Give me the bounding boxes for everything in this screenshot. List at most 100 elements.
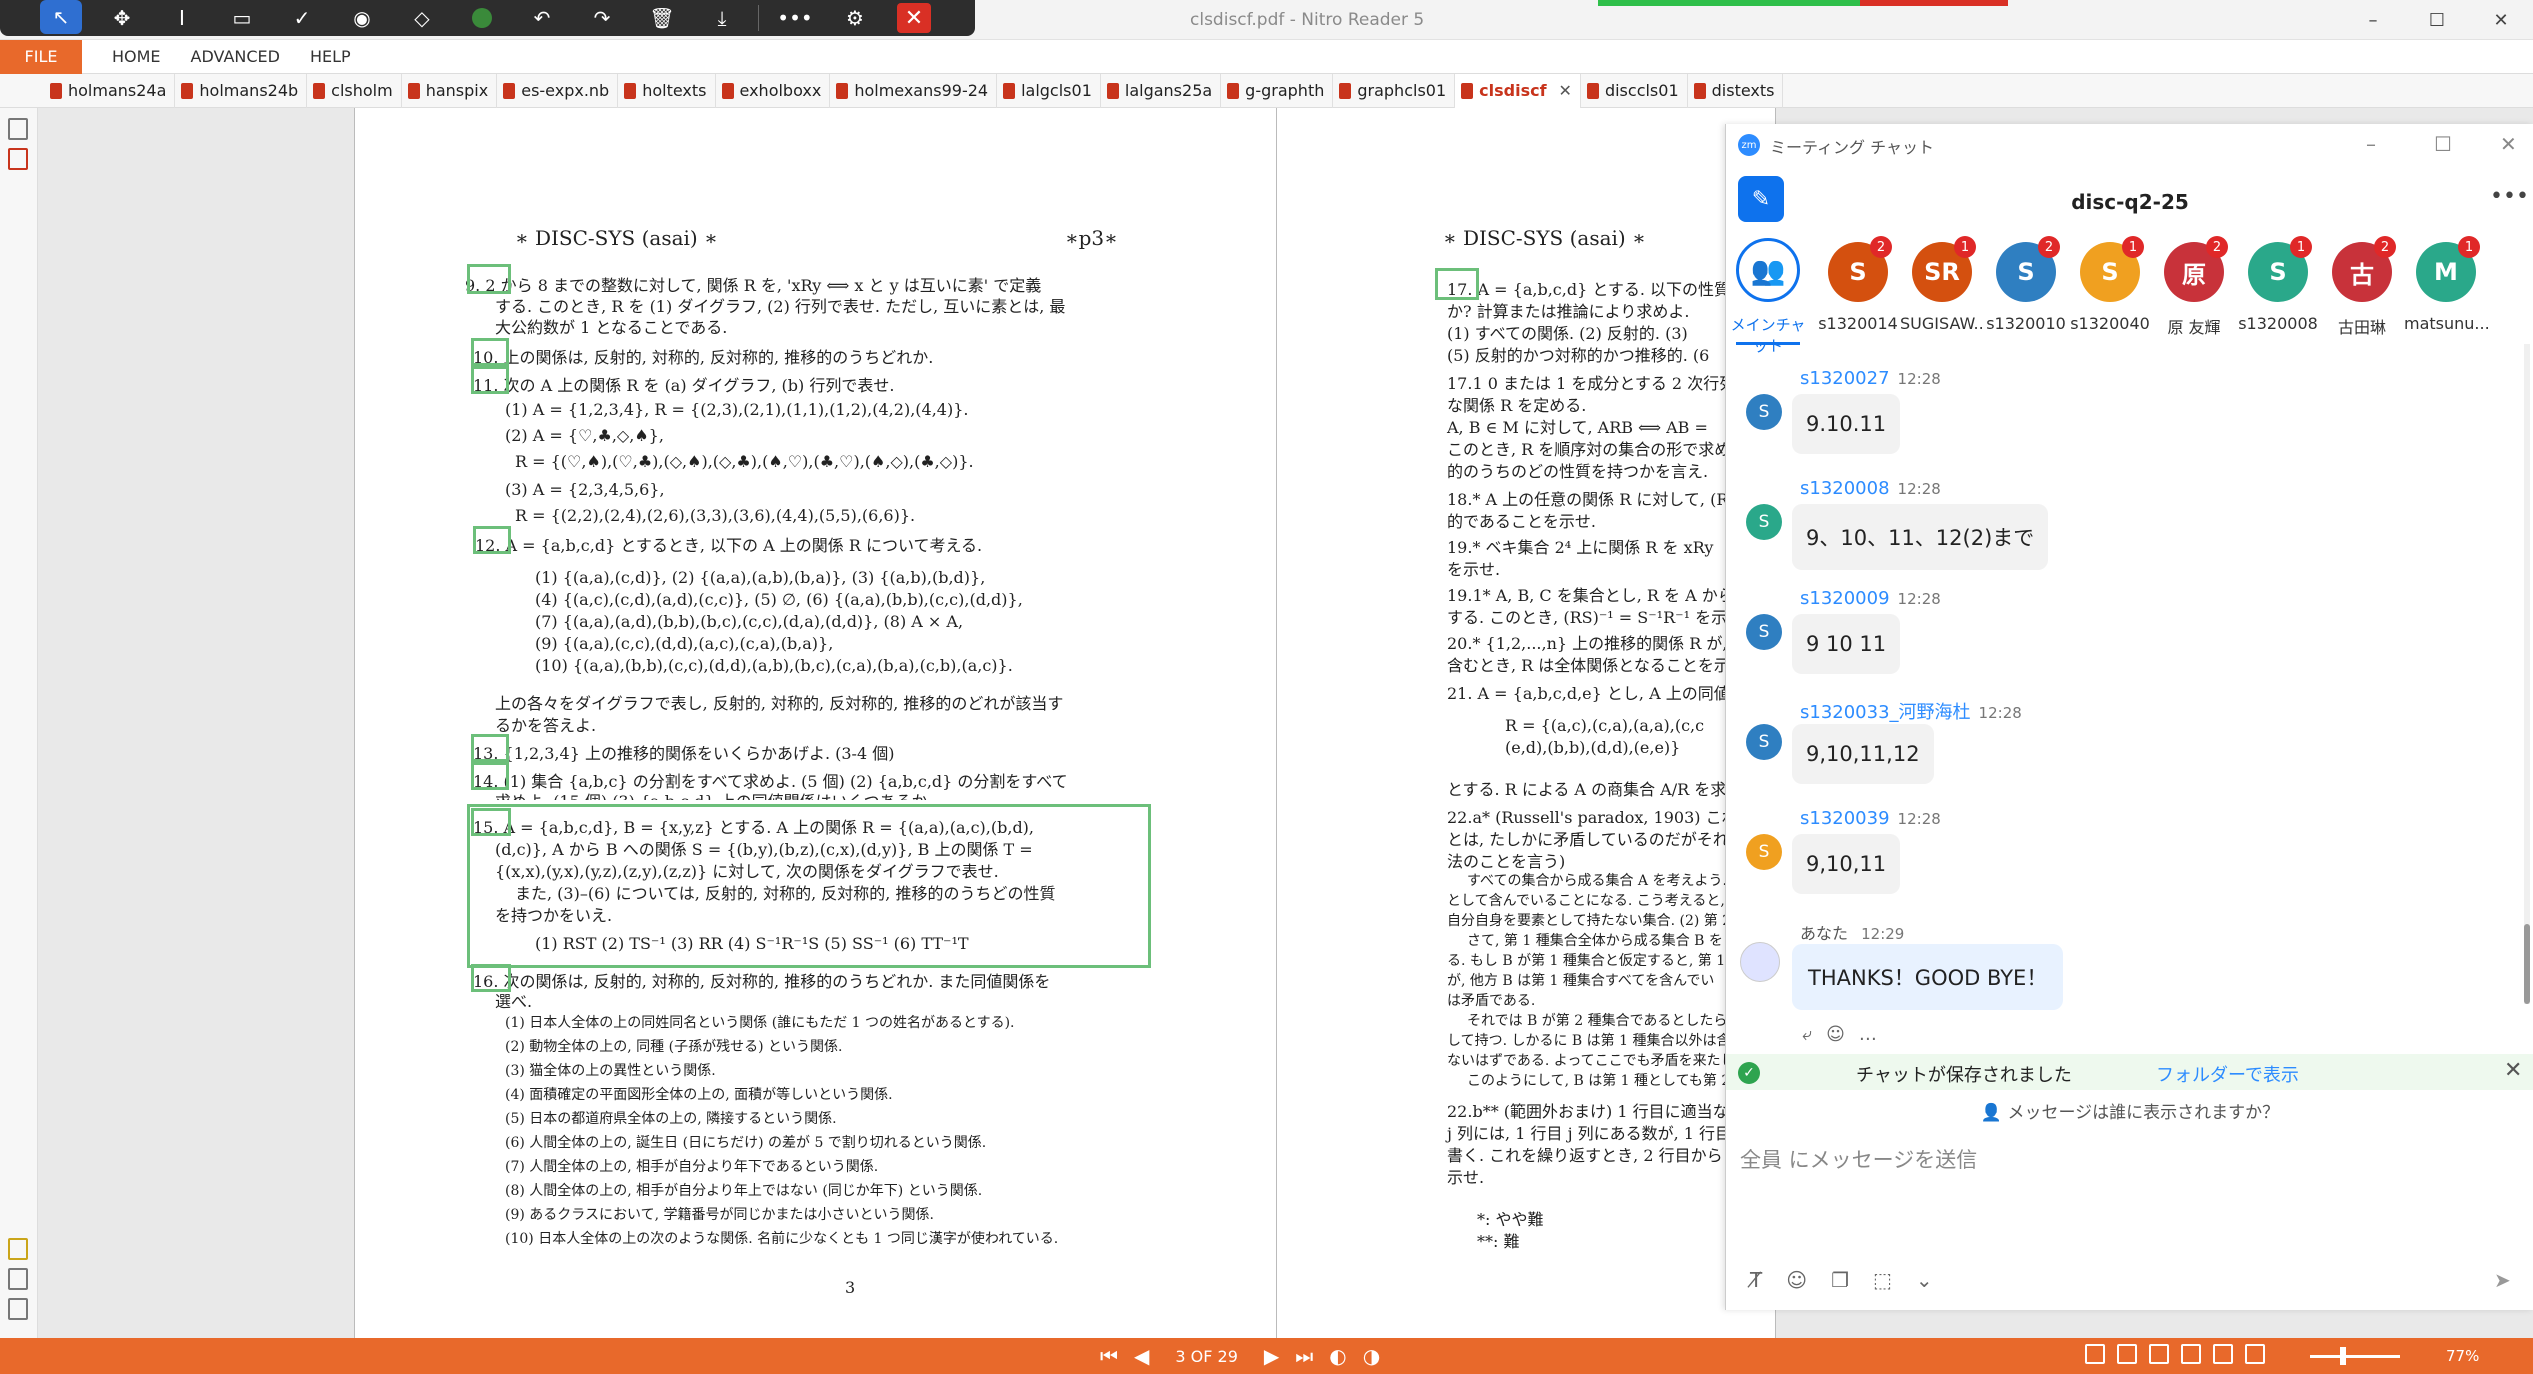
sender-name[interactable]: s1320009 <box>1800 588 1890 609</box>
single-page-icon[interactable] <box>2085 1344 2105 1364</box>
back-view-icon[interactable]: ◐ <box>1329 1344 1346 1368</box>
file-menu[interactable]: FILE <box>0 39 82 74</box>
bookmarks-panel-icon[interactable] <box>8 148 28 170</box>
minimize-button[interactable]: – <box>2341 0 2405 40</box>
annotation-box[interactable] <box>471 808 511 836</box>
doc-tab[interactable]: disccls01 <box>1581 73 1688 108</box>
sender-name[interactable]: s1320039 <box>1800 808 1890 829</box>
doc-tab[interactable]: holmans24a <box>44 73 176 108</box>
color-dot-icon[interactable] <box>452 0 512 36</box>
message-sender[interactable]: s1320027 12:28 <box>1800 368 1941 389</box>
show-in-folder-link[interactable]: フォルダーで表示 <box>2156 1061 2299 1087</box>
message-sender[interactable]: s1320039 12:28 <box>1800 808 1941 829</box>
sender-name[interactable]: s1320008 <box>1800 478 1890 499</box>
doc-tab[interactable]: hanspix <box>402 73 498 108</box>
message-input[interactable]: 全員 にメッセージを送信 <box>1740 1144 1977 1174</box>
facing-icon[interactable] <box>2149 1344 2169 1364</box>
undo-icon[interactable]: ↶ <box>512 0 572 36</box>
participant-name[interactable]: 原 友輝 <box>2152 314 2236 338</box>
close-window-button[interactable]: ✕ <box>2469 0 2533 40</box>
annotation-box[interactable] <box>471 762 509 790</box>
previous-page-icon[interactable]: ◀ <box>1134 1344 1149 1368</box>
emoji-react-icon[interactable]: ☺ <box>1826 1024 1859 1045</box>
eraser-icon[interactable]: ◇ <box>392 0 452 36</box>
participant-name[interactable]: SUGISAW... <box>1900 314 1984 333</box>
zoom-slider-thumb[interactable] <box>2340 1347 2346 1365</box>
annotation-box[interactable] <box>467 264 511 294</box>
reply-icon[interactable]: ⤶ <box>1802 1024 1826 1045</box>
doc-tab[interactable]: holmans24b <box>175 73 308 108</box>
more-options-icon[interactable]: ••• <box>2490 184 2529 209</box>
page-indicator[interactable]: 3 OF 29 <box>1175 1347 1238 1366</box>
user-settings-icon[interactable]: ⚙ <box>825 0 885 36</box>
annotation-box[interactable] <box>471 366 509 394</box>
annotation-box[interactable] <box>467 804 1151 968</box>
participant-name[interactable]: matsunu... <box>2404 314 2488 333</box>
participant-name[interactable]: s1320010 <box>1984 314 2068 333</box>
annotation-box[interactable] <box>473 526 511 554</box>
fit-page-icon[interactable] <box>2245 1344 2265 1364</box>
format-icon[interactable]: T̸ <box>1750 1268 1762 1292</box>
close-tab-icon[interactable]: ✕ <box>1559 81 1572 100</box>
participant-name[interactable]: 古田琳 <box>2320 314 2404 338</box>
record-icon[interactable]: ◉ <box>332 0 392 36</box>
more-actions-icon[interactable]: … <box>1859 1024 1891 1045</box>
chat-scrollbar-thumb[interactable] <box>2524 924 2530 1004</box>
delete-icon[interactable]: 🗑 <box>632 0 692 36</box>
facing-continuous-icon[interactable] <box>2181 1344 2201 1364</box>
chevron-down-icon[interactable]: ⌄ <box>1916 1268 1933 1292</box>
pan-icon[interactable]: ✥ <box>92 0 152 36</box>
text-cursor-icon[interactable]: I <box>152 0 212 36</box>
file-icon[interactable]: ❐ <box>1831 1268 1849 1292</box>
first-page-icon[interactable]: ⏮ <box>1100 1344 1118 1368</box>
redo-icon[interactable]: ↷ <box>572 0 632 36</box>
annotation-box[interactable] <box>471 338 509 366</box>
sender-name[interactable]: s1320033_河野海杜 <box>1800 702 1971 723</box>
check-icon[interactable]: ✓ <box>272 0 332 36</box>
message-sender[interactable]: s1320033_河野海杜 12:28 <box>1800 698 2022 724</box>
doc-tab[interactable]: graphcls01 <box>1333 73 1456 108</box>
annotation-box[interactable] <box>471 964 511 992</box>
doc-tab[interactable]: distexts <box>1688 73 1784 108</box>
doc-tab[interactable]: holtexts <box>618 73 716 108</box>
participant-name[interactable]: s1320040 <box>2068 314 2152 333</box>
annotation-box[interactable] <box>471 734 509 762</box>
pages-panel-icon[interactable] <box>8 118 28 140</box>
main-chat-icon[interactable]: 👥 <box>1736 238 1800 302</box>
maximize-chat-icon[interactable]: ☐ <box>2434 132 2452 156</box>
emoji-icon[interactable]: ☺ <box>1786 1268 1807 1292</box>
more-icon[interactable]: ••• <box>765 0 825 36</box>
participant-name[interactable]: s1320014 <box>1816 314 1900 333</box>
continuous-icon[interactable] <box>2117 1344 2137 1364</box>
pointer-icon[interactable]: ↖ <box>40 0 82 34</box>
main-chat-label[interactable]: メインチャット <box>1726 314 1810 356</box>
fit-width-icon[interactable] <box>2213 1344 2233 1364</box>
annotation-box[interactable] <box>1435 268 1479 300</box>
send-icon[interactable]: ➤ <box>2494 1268 2511 1292</box>
doc-tab[interactable]: lalgans25a <box>1101 73 1222 108</box>
who-can-see-link[interactable]: 👤 メッセージは誰に表示されますか？ <box>1726 1098 2533 1123</box>
doc-tab-active[interactable]: clsdiscf ✕ <box>1455 73 1581 108</box>
zoom-level[interactable]: 77% <box>2446 1347 2479 1365</box>
doc-tab[interactable]: clsholm <box>307 73 402 108</box>
screenshot-icon[interactable]: ⬚ <box>1873 1268 1892 1292</box>
close-chat-icon[interactable]: ✕ <box>2500 132 2517 156</box>
participant-name[interactable]: s1320008 <box>2236 314 2320 333</box>
tab-help[interactable]: HELP <box>310 47 351 66</box>
sender-name[interactable]: s1320027 <box>1800 368 1890 389</box>
zoom-slider[interactable] <box>2310 1355 2400 1358</box>
who-can-see-text[interactable]: メッセージは誰に表示されますか？ <box>2007 1103 2279 1123</box>
tab-home[interactable]: HOME <box>112 47 161 66</box>
forward-view-icon[interactable]: ◑ <box>1363 1344 1380 1368</box>
doc-tab[interactable]: exholboxx <box>716 73 831 108</box>
doc-tab[interactable]: holmexans99-24 <box>830 73 998 108</box>
layers-panel-icon[interactable] <box>8 1298 28 1320</box>
tab-advanced[interactable]: ADVANCED <box>191 47 280 66</box>
doc-tab[interactable]: lalgcls01 <box>997 73 1101 108</box>
rectangle-icon[interactable]: ▭ <box>212 0 272 36</box>
attachments-panel-icon[interactable] <box>8 1268 28 1290</box>
message-sender[interactable]: s1320008 12:28 <box>1800 478 1941 499</box>
message-sender[interactable]: s1320009 12:28 <box>1800 588 1941 609</box>
minimize-chat-icon[interactable]: – <box>2366 132 2376 156</box>
close-notice-icon[interactable]: ✕ <box>2504 1058 2522 1083</box>
